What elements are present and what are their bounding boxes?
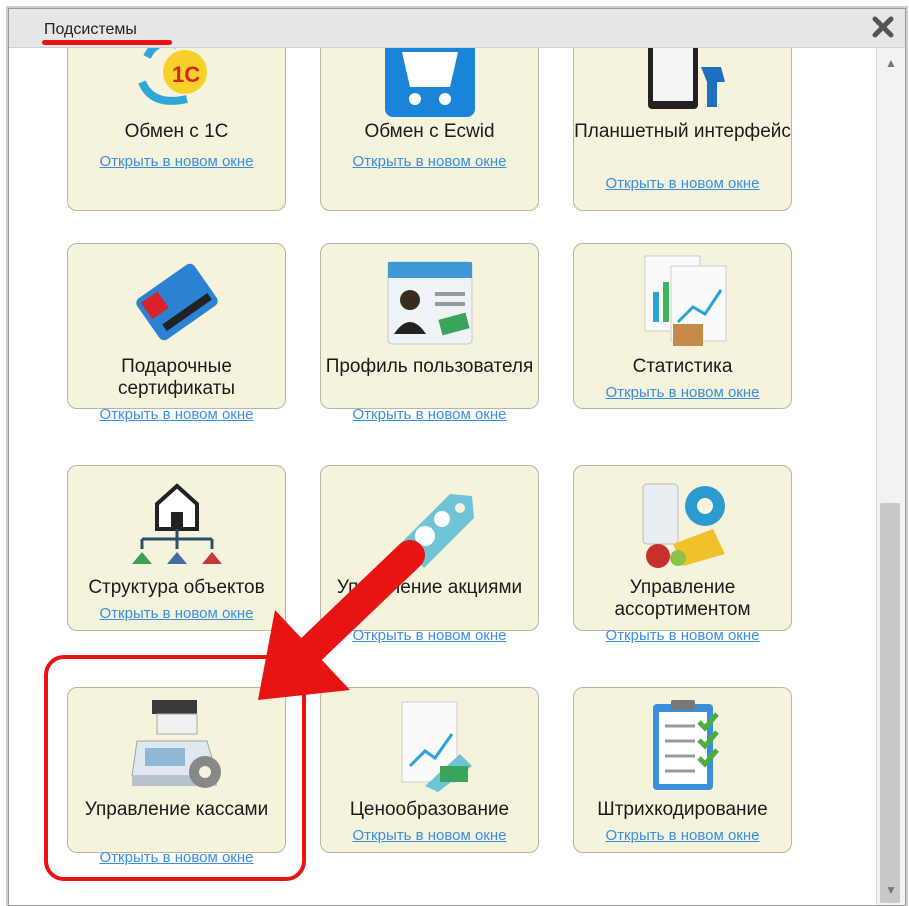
red-arrow-icon <box>258 540 425 700</box>
